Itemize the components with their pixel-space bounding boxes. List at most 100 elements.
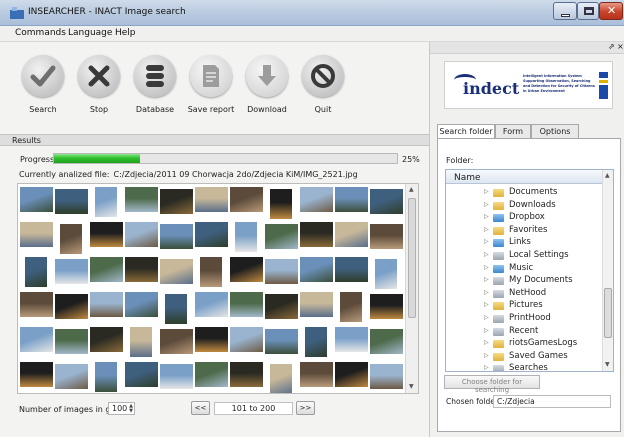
download-button[interactable]: Download [237, 49, 297, 119]
image-thumbnail[interactable] [265, 259, 298, 284]
expand-arrow-icon[interactable]: ▷ [484, 301, 489, 308]
image-thumbnail[interactable] [160, 329, 193, 354]
grid-scrollbar[interactable]: ▲ ▼ [405, 184, 418, 393]
image-thumbnail[interactable] [270, 364, 292, 393]
image-thumbnail[interactable] [90, 292, 123, 317]
image-thumbnail[interactable] [335, 362, 368, 387]
image-thumbnail[interactable] [60, 224, 82, 254]
panel-close-icon[interactable]: × [617, 42, 624, 51]
tree-row[interactable]: ▷ My Documents [484, 275, 599, 287]
maximize-button[interactable] [577, 2, 599, 20]
tree-row[interactable]: ▷ Pictures [484, 300, 599, 312]
expand-arrow-icon[interactable]: ▷ [484, 238, 489, 245]
image-thumbnail[interactable] [195, 327, 228, 352]
expand-arrow-icon[interactable]: ▷ [484, 339, 489, 346]
image-thumbnail[interactable] [195, 362, 228, 387]
tree-row[interactable]: ▷ Searches [484, 363, 599, 371]
image-thumbnail[interactable] [235, 222, 257, 252]
image-thumbnail[interactable] [125, 257, 158, 282]
database-button[interactable]: Database [125, 49, 185, 119]
tree-row[interactable]: ▷ Saved Games [484, 351, 599, 363]
image-thumbnail[interactable] [20, 327, 53, 352]
choose-folder-button[interactable]: Choose folder for searching [444, 375, 540, 394]
tree-row[interactable]: ▷ NetHood [484, 288, 599, 300]
image-thumbnail[interactable] [200, 257, 222, 287]
image-thumbnail[interactable] [95, 187, 117, 217]
menu-commands[interactable]: Commands [15, 28, 66, 38]
tree-scrollbar[interactable]: ▲ ▼ [602, 170, 613, 371]
menu-help[interactable]: Help [115, 28, 136, 38]
image-thumbnail[interactable] [230, 362, 263, 387]
image-thumbnail[interactable] [90, 327, 123, 352]
grid-scroll-thumb[interactable] [408, 198, 416, 318]
expand-arrow-icon[interactable]: ▷ [484, 352, 489, 359]
tab-options[interactable]: Options [531, 124, 579, 138]
image-thumbnail[interactable] [375, 259, 397, 289]
tree-scroll-up-icon[interactable]: ▲ [605, 172, 610, 179]
image-thumbnail[interactable] [230, 292, 263, 317]
minimize-button[interactable] [553, 2, 577, 20]
image-thumbnail[interactable] [125, 362, 158, 387]
image-thumbnail[interactable] [90, 222, 123, 247]
menu-language[interactable]: Language [68, 28, 112, 38]
image-thumbnail[interactable] [55, 294, 88, 319]
image-thumbnail[interactable] [95, 362, 117, 392]
tree-row[interactable]: ▷ riotsGamesLogs [484, 338, 599, 350]
image-thumbnail[interactable] [265, 329, 298, 354]
image-thumbnail[interactable] [230, 257, 263, 282]
expand-arrow-icon[interactable]: ▷ [484, 327, 489, 334]
image-thumbnail[interactable] [160, 224, 193, 249]
tree-row[interactable]: ▷ Documents [484, 187, 599, 199]
image-thumbnail[interactable] [265, 224, 298, 249]
image-thumbnail[interactable] [195, 187, 228, 212]
image-thumbnail[interactable] [195, 222, 228, 247]
image-thumbnail[interactable] [55, 329, 88, 354]
image-thumbnail[interactable] [55, 364, 88, 389]
tree-row[interactable]: ▷ Favorites [484, 225, 599, 237]
image-thumbnail[interactable] [90, 257, 123, 282]
expand-arrow-icon[interactable]: ▷ [484, 188, 489, 195]
image-thumbnail[interactable] [230, 327, 263, 352]
expand-arrow-icon[interactable]: ▷ [484, 213, 489, 220]
expand-arrow-icon[interactable]: ▷ [484, 314, 489, 321]
close-window-button[interactable]: ✕ [599, 2, 623, 20]
tree-scroll-down-icon[interactable]: ▼ [605, 361, 610, 368]
image-thumbnail[interactable] [370, 364, 403, 389]
image-thumbnail[interactable] [300, 222, 333, 247]
expand-arrow-icon[interactable]: ▷ [484, 201, 489, 208]
tree-row[interactable]: ▷ Links [484, 237, 599, 249]
image-thumbnail[interactable] [370, 224, 403, 249]
expand-arrow-icon[interactable]: ▷ [484, 264, 489, 271]
tree-header[interactable]: Name ^ [446, 170, 604, 184]
image-thumbnail[interactable] [300, 292, 333, 317]
expand-arrow-icon[interactable]: ▷ [484, 276, 489, 283]
image-thumbnail[interactable] [335, 257, 368, 282]
image-thumbnail[interactable] [20, 362, 53, 387]
search-button[interactable]: Search [13, 49, 73, 119]
previous-page-button[interactable]: << [191, 401, 210, 415]
image-thumbnail[interactable] [160, 364, 193, 389]
image-thumbnail[interactable] [335, 222, 368, 247]
tree-row[interactable]: ▷ PrintHood [484, 313, 599, 325]
image-thumbnail[interactable] [300, 257, 333, 282]
tab-search-folder[interactable]: Search folder [437, 124, 495, 139]
image-thumbnail[interactable] [125, 187, 158, 212]
expand-arrow-icon[interactable]: ▷ [484, 226, 489, 233]
image-thumbnail[interactable] [300, 362, 333, 387]
image-thumbnail[interactable] [130, 327, 152, 357]
image-thumbnail[interactable] [165, 294, 187, 324]
image-thumbnail[interactable] [125, 222, 158, 247]
tree-row[interactable]: ▷ Recent [484, 326, 599, 338]
image-thumbnail[interactable] [270, 189, 292, 219]
image-thumbnail[interactable] [20, 222, 53, 247]
tree-row[interactable]: ▷ Dropbox [484, 212, 599, 224]
image-thumbnail[interactable] [300, 187, 333, 212]
image-thumbnail[interactable] [230, 187, 263, 212]
image-thumbnail[interactable] [55, 259, 88, 284]
image-thumbnail[interactable] [55, 189, 88, 214]
spinner-arrows-icon[interactable]: ▲ ▼ [129, 404, 133, 414]
image-thumbnail[interactable] [20, 292, 53, 317]
image-thumbnail[interactable] [265, 294, 298, 319]
expand-arrow-icon[interactable]: ▷ [484, 289, 489, 296]
stop-button[interactable]: Stop [69, 49, 129, 119]
